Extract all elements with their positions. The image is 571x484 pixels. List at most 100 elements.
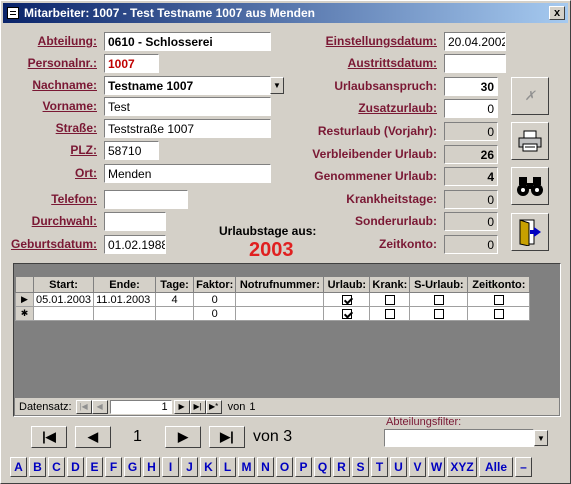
letter-filter-dash[interactable]: – — [515, 457, 532, 477]
letter-filter-b[interactable]: B — [29, 457, 46, 477]
abteilungsfilter-select[interactable] — [384, 429, 534, 447]
col-notrufnummer: Notrufnummer: — [235, 276, 325, 293]
prev-record-icon[interactable]: ◀ — [91, 399, 108, 414]
first-record-icon: |◀ — [42, 429, 56, 444]
ort-field[interactable]: Menden — [104, 164, 271, 183]
resturlaub-label: Resturlaub (Vorjahr): — [317, 124, 437, 138]
cell-s-urlaub[interactable] — [409, 306, 469, 321]
close-button[interactable]: x — [549, 6, 565, 20]
last-record-icon[interactable]: ▶| — [189, 399, 206, 414]
cell-notruf[interactable] — [235, 306, 325, 321]
first-record-icon[interactable]: |◀ — [75, 399, 92, 414]
s-urlaub-checkbox[interactable] — [433, 308, 444, 319]
cell-tage[interactable]: 4 — [155, 292, 195, 307]
letter-filter-t[interactable]: T — [371, 457, 388, 477]
letter-filter-f[interactable]: F — [105, 457, 122, 477]
cell-start[interactable] — [32, 306, 95, 321]
telefon-field[interactable] — [104, 190, 188, 209]
cell-ende[interactable] — [93, 306, 157, 321]
window-title: Mitarbeiter: 1007 - Test Testname 1007 a… — [24, 6, 315, 20]
letter-filter-h[interactable]: H — [143, 457, 160, 477]
next-record-icon[interactable]: ▶ — [173, 399, 190, 414]
letter-filter-m[interactable]: M — [238, 457, 255, 477]
current-row-indicator-icon[interactable]: ▶ — [15, 292, 34, 307]
col-zeitkonto: Zeitkonto: — [467, 276, 531, 293]
letter-filter-d[interactable]: D — [67, 457, 84, 477]
urlaub-year-value[interactable]: 2003 — [249, 239, 294, 262]
new-record-icon[interactable]: ▶* — [205, 399, 222, 414]
zusatzurlaub-field[interactable]: 0 — [444, 99, 498, 118]
plz-field[interactable]: 58710 — [104, 141, 159, 160]
zeitkonto-field: 0 — [444, 235, 498, 254]
sonderurlaub-field: 0 — [444, 212, 498, 231]
zeitkonto-checkbox[interactable] — [493, 308, 504, 319]
letter-filter-s[interactable]: S — [352, 457, 369, 477]
letter-filter-r[interactable]: R — [333, 457, 350, 477]
cell-krank[interactable] — [369, 292, 411, 307]
urlaub-checkbox[interactable] — [341, 294, 352, 305]
record-number-input[interactable]: 1 — [109, 399, 172, 414]
letter-filter-a[interactable]: A — [10, 457, 27, 477]
table-row-new[interactable]: ✱ 0 — [15, 306, 531, 321]
letter-filter-v[interactable]: V — [409, 457, 426, 477]
letter-filter-w[interactable]: W — [428, 457, 445, 477]
letter-filter-c[interactable]: C — [48, 457, 65, 477]
letter-filter-alle[interactable]: Alle — [479, 457, 513, 477]
letter-filter-j[interactable]: J — [181, 457, 198, 477]
einstellungsdatum-field[interactable]: 20.04.2002 — [444, 32, 506, 51]
letter-filter-g[interactable]: G — [124, 457, 141, 477]
first-record-button[interactable]: |◀ — [31, 426, 67, 448]
letter-filter-l[interactable]: L — [219, 457, 236, 477]
geburtsdatum-field[interactable]: 01.02.1988 — [104, 235, 166, 254]
cell-krank[interactable] — [369, 306, 411, 321]
title-bar: Mitarbeiter: 1007 - Test Testname 1007 a… — [3, 3, 568, 23]
vorname-field[interactable]: Test — [104, 97, 271, 116]
nachname-field[interactable]: Testname 1007 — [104, 76, 271, 95]
urlaub-checkbox[interactable] — [341, 308, 352, 319]
krank-checkbox[interactable] — [384, 294, 395, 305]
austrittsdatum-field[interactable] — [444, 54, 506, 73]
letter-filter-xyz[interactable]: XYZ — [447, 457, 477, 477]
next-record-button[interactable]: ▶ — [165, 426, 201, 448]
current-record-number: 1 — [133, 428, 142, 445]
letter-filter-i[interactable]: I — [162, 457, 179, 477]
undo-button[interactable]: ✗ — [511, 77, 549, 115]
personalnr-field[interactable]: 1007 — [104, 54, 159, 73]
krank-checkbox[interactable] — [384, 308, 395, 319]
cell-start[interactable]: 05.01.2003 — [32, 292, 95, 307]
abteilungsfilter-dropdown-button[interactable]: ▼ — [534, 430, 548, 446]
letter-filter-k[interactable]: K — [200, 457, 217, 477]
prev-record-button[interactable]: ◀ — [75, 426, 111, 448]
table-row[interactable]: ▶ 05.01.2003 11.01.2003 4 0 — [15, 292, 531, 307]
cell-zeitkonto[interactable] — [467, 306, 531, 321]
cell-ende[interactable]: 11.01.2003 — [93, 292, 157, 307]
exit-button[interactable] — [511, 213, 549, 251]
letter-filter-q[interactable]: Q — [314, 457, 331, 477]
durchwahl-field[interactable] — [104, 212, 166, 231]
cell-faktor[interactable]: 0 — [193, 292, 237, 307]
letter-filter-e[interactable]: E — [86, 457, 103, 477]
search-button[interactable] — [511, 167, 549, 205]
letter-filter-p[interactable]: P — [295, 457, 312, 477]
cell-urlaub[interactable] — [323, 292, 371, 307]
record-total: 1 — [249, 400, 256, 413]
cell-tage[interactable] — [155, 306, 195, 321]
abteilung-field[interactable]: 0610 - Schlosserei — [104, 32, 271, 51]
letter-filter-o[interactable]: O — [276, 457, 293, 477]
nachname-dropdown-button[interactable]: ▼ — [270, 77, 284, 94]
letter-filter-u[interactable]: U — [390, 457, 407, 477]
cell-s-urlaub[interactable] — [409, 292, 469, 307]
zeitkonto-checkbox[interactable] — [493, 294, 504, 305]
last-record-button[interactable]: ▶| — [209, 426, 245, 448]
new-record-asterisk-icon[interactable]: ✱ — [15, 306, 34, 321]
strasse-field[interactable]: Teststraße 1007 — [104, 119, 271, 138]
letter-filter-n[interactable]: N — [257, 457, 274, 477]
cell-zeitkonto[interactable] — [467, 292, 531, 307]
s-urlaub-checkbox[interactable] — [433, 294, 444, 305]
urlaubsanspruch-field[interactable]: 30 — [444, 77, 498, 96]
cell-faktor[interactable]: 0 — [193, 306, 237, 321]
telefon-label: Telefon: — [51, 192, 97, 206]
cell-notruf[interactable] — [235, 292, 325, 307]
cell-urlaub[interactable] — [323, 306, 371, 321]
print-button[interactable] — [511, 122, 549, 160]
